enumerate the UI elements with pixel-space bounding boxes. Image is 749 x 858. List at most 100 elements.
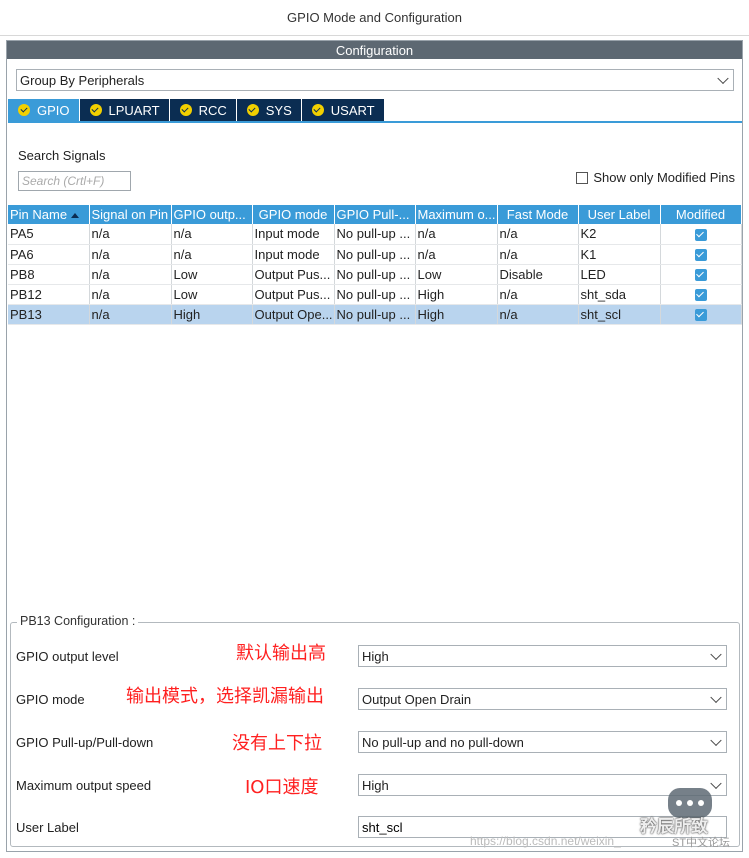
cell-pin: PA5 — [8, 224, 90, 245]
cell-fast: n/a — [497, 224, 579, 245]
check-circle-icon — [179, 104, 192, 116]
table-row-selected[interactable]: PB13 n/a High Output Ope... No pull-up .… — [8, 304, 742, 325]
checkbox-checked-icon — [694, 228, 707, 241]
checkbox-checked-icon — [694, 289, 707, 302]
cell-speed: Low — [415, 264, 498, 285]
chevron-down-icon — [710, 648, 722, 661]
tab-label: GPIO — [37, 102, 70, 118]
column-header-mode[interactable]: GPIO mode — [252, 205, 335, 224]
column-header-output[interactable]: GPIO outp... — [171, 205, 253, 224]
speed-label: Maximum output speed — [16, 778, 152, 793]
group-by-select[interactable]: Group By Peripherals — [16, 69, 734, 91]
annotation-output-level: 默认输出高 — [236, 643, 326, 664]
cell-label: sht_scl — [578, 304, 661, 325]
cell-modified[interactable] — [660, 284, 742, 305]
cell-modified[interactable] — [660, 304, 742, 325]
column-header-pin-name[interactable]: Pin Name — [8, 205, 90, 224]
table-row[interactable]: PA6 n/a n/a Input mode No pull-up ... n/… — [8, 244, 742, 265]
annotation-pull: 没有上下拉 — [232, 733, 322, 754]
watermark-url: https://blog.csdn.net/weixin_ — [470, 834, 621, 848]
check-circle-icon — [311, 104, 324, 116]
tab-sys[interactable]: SYS — [236, 99, 301, 121]
annotation-mode: 输出模式，选择凯漏输出 — [126, 686, 324, 707]
column-header-modified[interactable]: Modified — [660, 205, 742, 224]
column-header-user-label[interactable]: User Label — [578, 205, 661, 224]
cell-output: n/a — [171, 244, 253, 265]
cell-pin: PA6 — [8, 244, 90, 265]
cell-modified[interactable] — [660, 244, 742, 265]
cell-pin: PB13 — [8, 304, 90, 325]
cell-pull: No pull-up ... — [334, 264, 416, 285]
tab-lpuart[interactable]: LPUART — [79, 99, 169, 121]
speed-value: High — [362, 777, 389, 793]
window-title: GPIO Mode and Configuration — [0, 0, 749, 36]
cell-speed: High — [415, 304, 498, 325]
checkbox-checked-icon — [694, 309, 707, 322]
column-header-speed[interactable]: Maximum o... — [415, 205, 498, 224]
cell-signal: n/a — [89, 284, 172, 305]
cell-output: High — [171, 304, 253, 325]
cell-modified[interactable] — [660, 264, 742, 285]
checkbox-checked-icon — [694, 249, 707, 262]
cell-pull: No pull-up ... — [334, 304, 416, 325]
tab-label: LPUART — [108, 102, 160, 118]
chevron-down-icon — [710, 777, 722, 790]
cell-fast: n/a — [497, 244, 579, 265]
cell-modified[interactable] — [660, 224, 742, 245]
cell-fast: Disable — [497, 264, 579, 285]
cell-mode: Input mode — [252, 244, 335, 265]
cell-label: LED — [578, 264, 661, 285]
column-header-pull[interactable]: GPIO Pull-... — [334, 205, 416, 224]
gpio-mode-select[interactable]: Output Open Drain — [358, 688, 727, 710]
panel-header: Configuration — [7, 41, 742, 59]
cell-pin: PB8 — [8, 264, 90, 285]
cell-signal: n/a — [89, 304, 172, 325]
cell-fast: n/a — [497, 284, 579, 305]
chevron-down-icon — [717, 72, 729, 85]
cell-speed: n/a — [415, 224, 498, 245]
checkbox-icon — [576, 171, 589, 184]
cell-pull: No pull-up ... — [334, 224, 416, 245]
tab-label: SYS — [265, 102, 292, 118]
pull-select[interactable]: No pull-up and no pull-down — [358, 731, 727, 753]
cell-pin: PB12 — [8, 284, 90, 305]
configuration-panel: Configuration Group By Peripherals GPIO … — [6, 40, 743, 852]
peripheral-tabs: GPIO LPUART RCC SYS USART — [8, 99, 385, 121]
table-row[interactable]: PB8 n/a Low Output Pus... No pull-up ...… — [8, 264, 742, 285]
tab-gpio[interactable]: GPIO — [8, 99, 79, 121]
signals-table: Pin Name Signal on Pin GPIO outp... GPIO… — [8, 205, 742, 325]
cell-speed: High — [415, 284, 498, 305]
cell-mode: Output Pus... — [252, 284, 335, 305]
check-circle-icon — [18, 104, 30, 116]
table-row[interactable]: PB12 n/a Low Output Pus... No pull-up ..… — [8, 284, 742, 305]
output-level-select[interactable]: High — [358, 645, 727, 667]
watermark-sub: ST中文论坛 — [672, 837, 731, 849]
cell-label: K2 — [578, 224, 661, 245]
pin-configuration-group: PB13 Configuration : GPIO output level H… — [10, 614, 740, 847]
check-circle-icon — [89, 104, 102, 116]
search-input[interactable] — [18, 171, 131, 191]
cell-label: sht_sda — [578, 284, 661, 305]
cell-output: Low — [171, 284, 253, 305]
column-header-fast-mode[interactable]: Fast Mode — [497, 205, 579, 224]
table-row[interactable]: PA5 n/a n/a Input mode No pull-up ... n/… — [8, 224, 742, 245]
annotation-speed: IO口速度 — [245, 777, 319, 798]
tab-label: USART — [330, 102, 375, 118]
cell-output: Low — [171, 264, 253, 285]
show-modified-checkbox[interactable]: Show only Modified Pins — [576, 170, 735, 185]
gpio-mode-label: GPIO mode — [16, 692, 85, 707]
cell-mode: Output Ope... — [252, 304, 335, 325]
output-level-label: GPIO output level — [16, 649, 119, 664]
cell-mode: Input mode — [252, 224, 335, 245]
tab-usart[interactable]: USART — [301, 99, 384, 121]
cell-label: K1 — [578, 244, 661, 265]
pull-value: No pull-up and no pull-down — [362, 734, 524, 750]
cell-mode: Output Pus... — [252, 264, 335, 285]
tab-rcc[interactable]: RCC — [169, 99, 236, 121]
chevron-down-icon — [710, 734, 722, 747]
column-header-signal[interactable]: Signal on Pin — [89, 205, 172, 224]
cell-pull: No pull-up ... — [334, 284, 416, 305]
chevron-down-icon — [710, 691, 722, 704]
cell-pull: No pull-up ... — [334, 244, 416, 265]
cell-signal: n/a — [89, 244, 172, 265]
